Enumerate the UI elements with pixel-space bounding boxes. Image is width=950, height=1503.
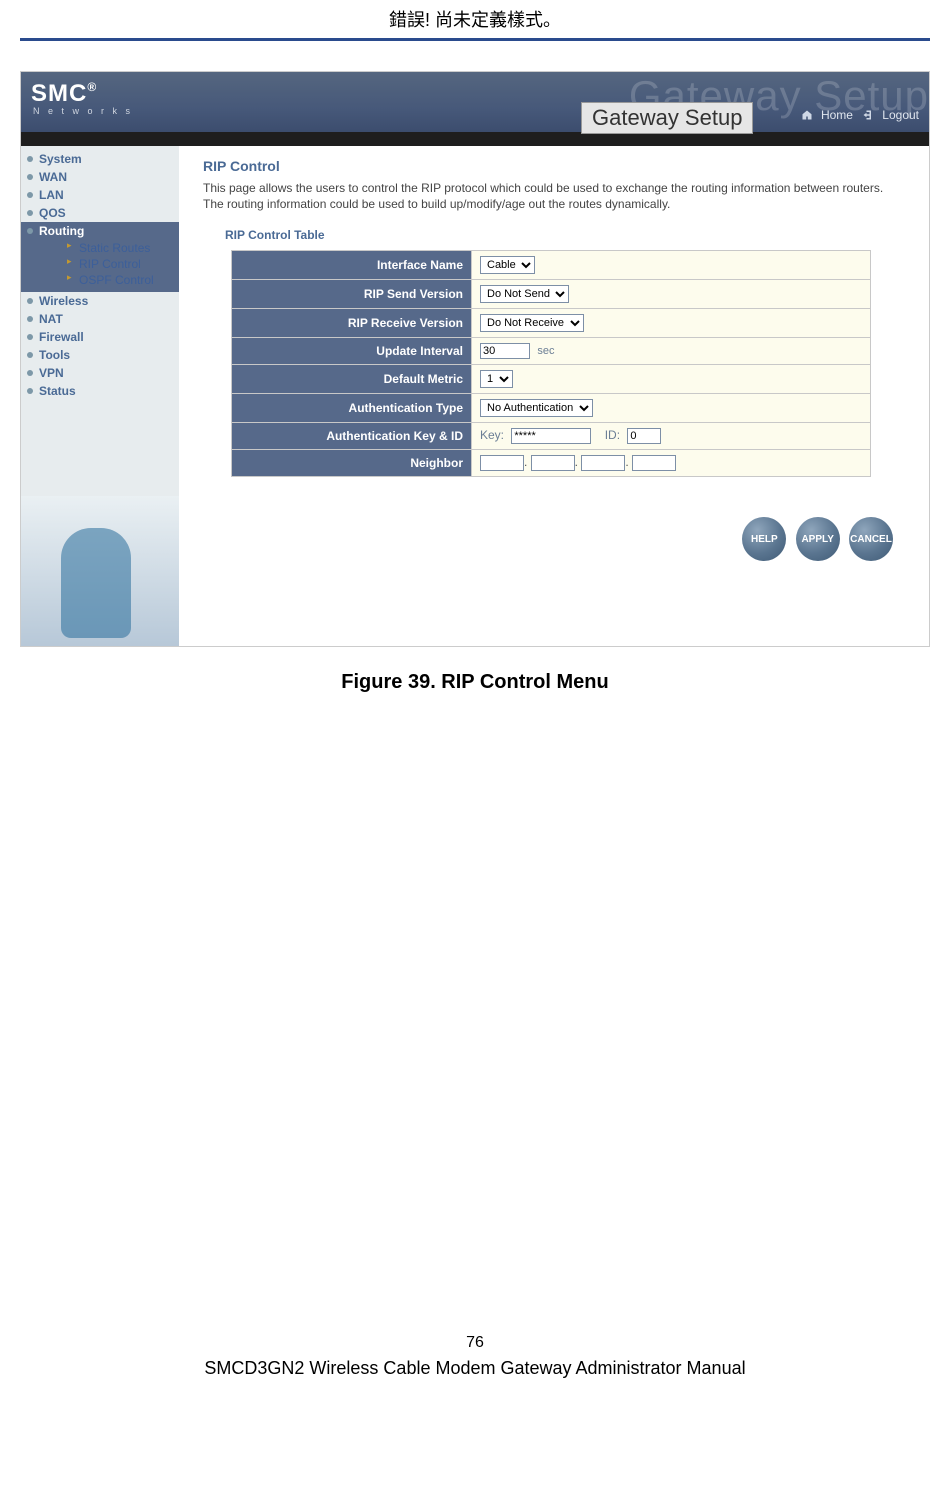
apply-button[interactable]: APPLY xyxy=(796,517,840,561)
logo-text: SMC xyxy=(31,80,87,107)
section-title: RIP Control xyxy=(203,158,905,174)
default-metric-select[interactable]: 1 xyxy=(480,370,513,388)
update-interval-input[interactable] xyxy=(480,343,530,359)
label-interface-name: Interface Name xyxy=(232,251,472,280)
neighbor-oct1-input[interactable] xyxy=(480,455,524,471)
neighbor-oct4-input[interactable] xyxy=(632,455,676,471)
id-label: ID: xyxy=(605,428,620,442)
home-icon xyxy=(801,109,813,121)
rip-control-table: Interface Name Cable RIP Send Version Do… xyxy=(231,250,871,477)
label-neighbor: Neighbor xyxy=(232,450,472,477)
sidebar-sub-rip-control[interactable]: RIP Control xyxy=(69,256,179,272)
brand-subtext: N e t w o r k s xyxy=(33,106,133,116)
person-illustration xyxy=(61,528,131,638)
label-rip-receive: RIP Receive Version xyxy=(232,309,472,338)
auth-type-select[interactable]: No Authentication xyxy=(480,399,593,417)
screenshot-frame: SMC® N e t w o r k s Gateway Setup Gatew… xyxy=(20,71,930,647)
rip-send-select[interactable]: Do Not Send xyxy=(480,285,569,303)
table-title: RIP Control Table xyxy=(225,228,905,242)
document-page: 錯誤! 尚未定義樣式。 SMC® N e t w o r k s Gateway… xyxy=(0,0,950,1409)
sidebar-item-nat[interactable]: NAT xyxy=(21,310,179,328)
sidebar-item-label: Tools xyxy=(39,348,70,362)
sidebar: System WAN LAN QOS Routing Static Routes… xyxy=(21,146,179,646)
sidebar-item-vpn[interactable]: VPN xyxy=(21,364,179,382)
label-default-metric: Default Metric xyxy=(232,365,472,394)
home-label: Home xyxy=(821,108,853,122)
sidebar-item-label: NAT xyxy=(39,312,63,326)
page-title-box: Gateway Setup xyxy=(581,102,753,134)
brand-logo: SMC® xyxy=(31,80,97,108)
footer-title: SMCD3GN2 Wireless Cable Modem Gateway Ad… xyxy=(20,1358,930,1379)
figure-caption: Figure 39. RIP Control Menu xyxy=(20,671,930,694)
logo-registered: ® xyxy=(87,80,97,94)
sidebar-sub-ospf-control[interactable]: OSPF Control xyxy=(69,272,179,288)
sidebar-illustration xyxy=(21,496,179,646)
section-description: This page allows the users to control th… xyxy=(203,180,905,212)
logout-link[interactable]: Logout xyxy=(862,108,919,122)
logout-icon xyxy=(862,109,874,121)
sidebar-item-label: Wireless xyxy=(39,294,88,308)
logout-label: Logout xyxy=(882,108,919,122)
top-warning: 錯誤! 尚未定義樣式。 xyxy=(20,0,930,36)
content-row: System WAN LAN QOS Routing Static Routes… xyxy=(21,146,929,646)
sidebar-item-label: QOS xyxy=(39,206,66,220)
app-header: SMC® N e t w o r k s Gateway Setup Gatew… xyxy=(21,72,929,132)
label-auth-type: Authentication Type xyxy=(232,394,472,423)
sidebar-item-qos[interactable]: QOS xyxy=(21,204,179,222)
key-label: Key: xyxy=(480,428,504,442)
cancel-button[interactable]: CANCEL xyxy=(849,517,893,561)
page-footer: 76 SMCD3GN2 Wireless Cable Modem Gateway… xyxy=(20,1334,930,1379)
label-auth-key-id: Authentication Key & ID xyxy=(232,423,472,450)
sidebar-item-tools[interactable]: Tools xyxy=(21,346,179,364)
header-rule xyxy=(20,38,930,41)
sidebar-item-lan[interactable]: LAN xyxy=(21,186,179,204)
sidebar-item-label: System xyxy=(39,152,82,166)
action-button-row: HELP APPLY CANCEL xyxy=(203,517,893,561)
sidebar-item-routing[interactable]: Routing Static Routes RIP Control OSPF C… xyxy=(21,222,179,292)
sidebar-item-label: WAN xyxy=(39,170,67,184)
auth-key-input[interactable] xyxy=(511,428,591,444)
sidebar-item-firewall[interactable]: Firewall xyxy=(21,328,179,346)
sidebar-item-wireless[interactable]: Wireless xyxy=(21,292,179,310)
main-panel: RIP Control This page allows the users t… xyxy=(179,146,929,646)
interface-name-select[interactable]: Cable xyxy=(480,256,535,274)
sidebar-item-label: Routing xyxy=(39,224,84,238)
help-button[interactable]: HELP xyxy=(742,517,786,561)
sidebar-item-label: VPN xyxy=(39,366,64,380)
sidebar-item-label: OSPF Control xyxy=(79,273,154,287)
label-update-interval: Update Interval xyxy=(232,338,472,365)
neighbor-oct2-input[interactable] xyxy=(531,455,575,471)
page-number: 76 xyxy=(20,1334,930,1352)
home-link[interactable]: Home xyxy=(801,108,856,122)
sidebar-item-status[interactable]: Status xyxy=(21,382,179,400)
sidebar-item-label: Firewall xyxy=(39,330,84,344)
sidebar-item-label: Static Routes xyxy=(79,241,150,255)
sidebar-item-label: LAN xyxy=(39,188,64,202)
rip-receive-select[interactable]: Do Not Receive xyxy=(480,314,584,332)
header-links: Home Logout xyxy=(795,108,919,122)
sidebar-item-label: Status xyxy=(39,384,76,398)
sidebar-sub-static-routes[interactable]: Static Routes xyxy=(69,240,179,256)
sidebar-item-system[interactable]: System xyxy=(21,150,179,168)
header-dark-strip xyxy=(21,132,929,146)
update-interval-unit: sec xyxy=(537,345,554,357)
auth-id-input[interactable] xyxy=(627,428,661,444)
sidebar-item-label: RIP Control xyxy=(79,257,141,271)
sidebar-item-wan[interactable]: WAN xyxy=(21,168,179,186)
label-rip-send: RIP Send Version xyxy=(232,280,472,309)
neighbor-oct3-input[interactable] xyxy=(581,455,625,471)
